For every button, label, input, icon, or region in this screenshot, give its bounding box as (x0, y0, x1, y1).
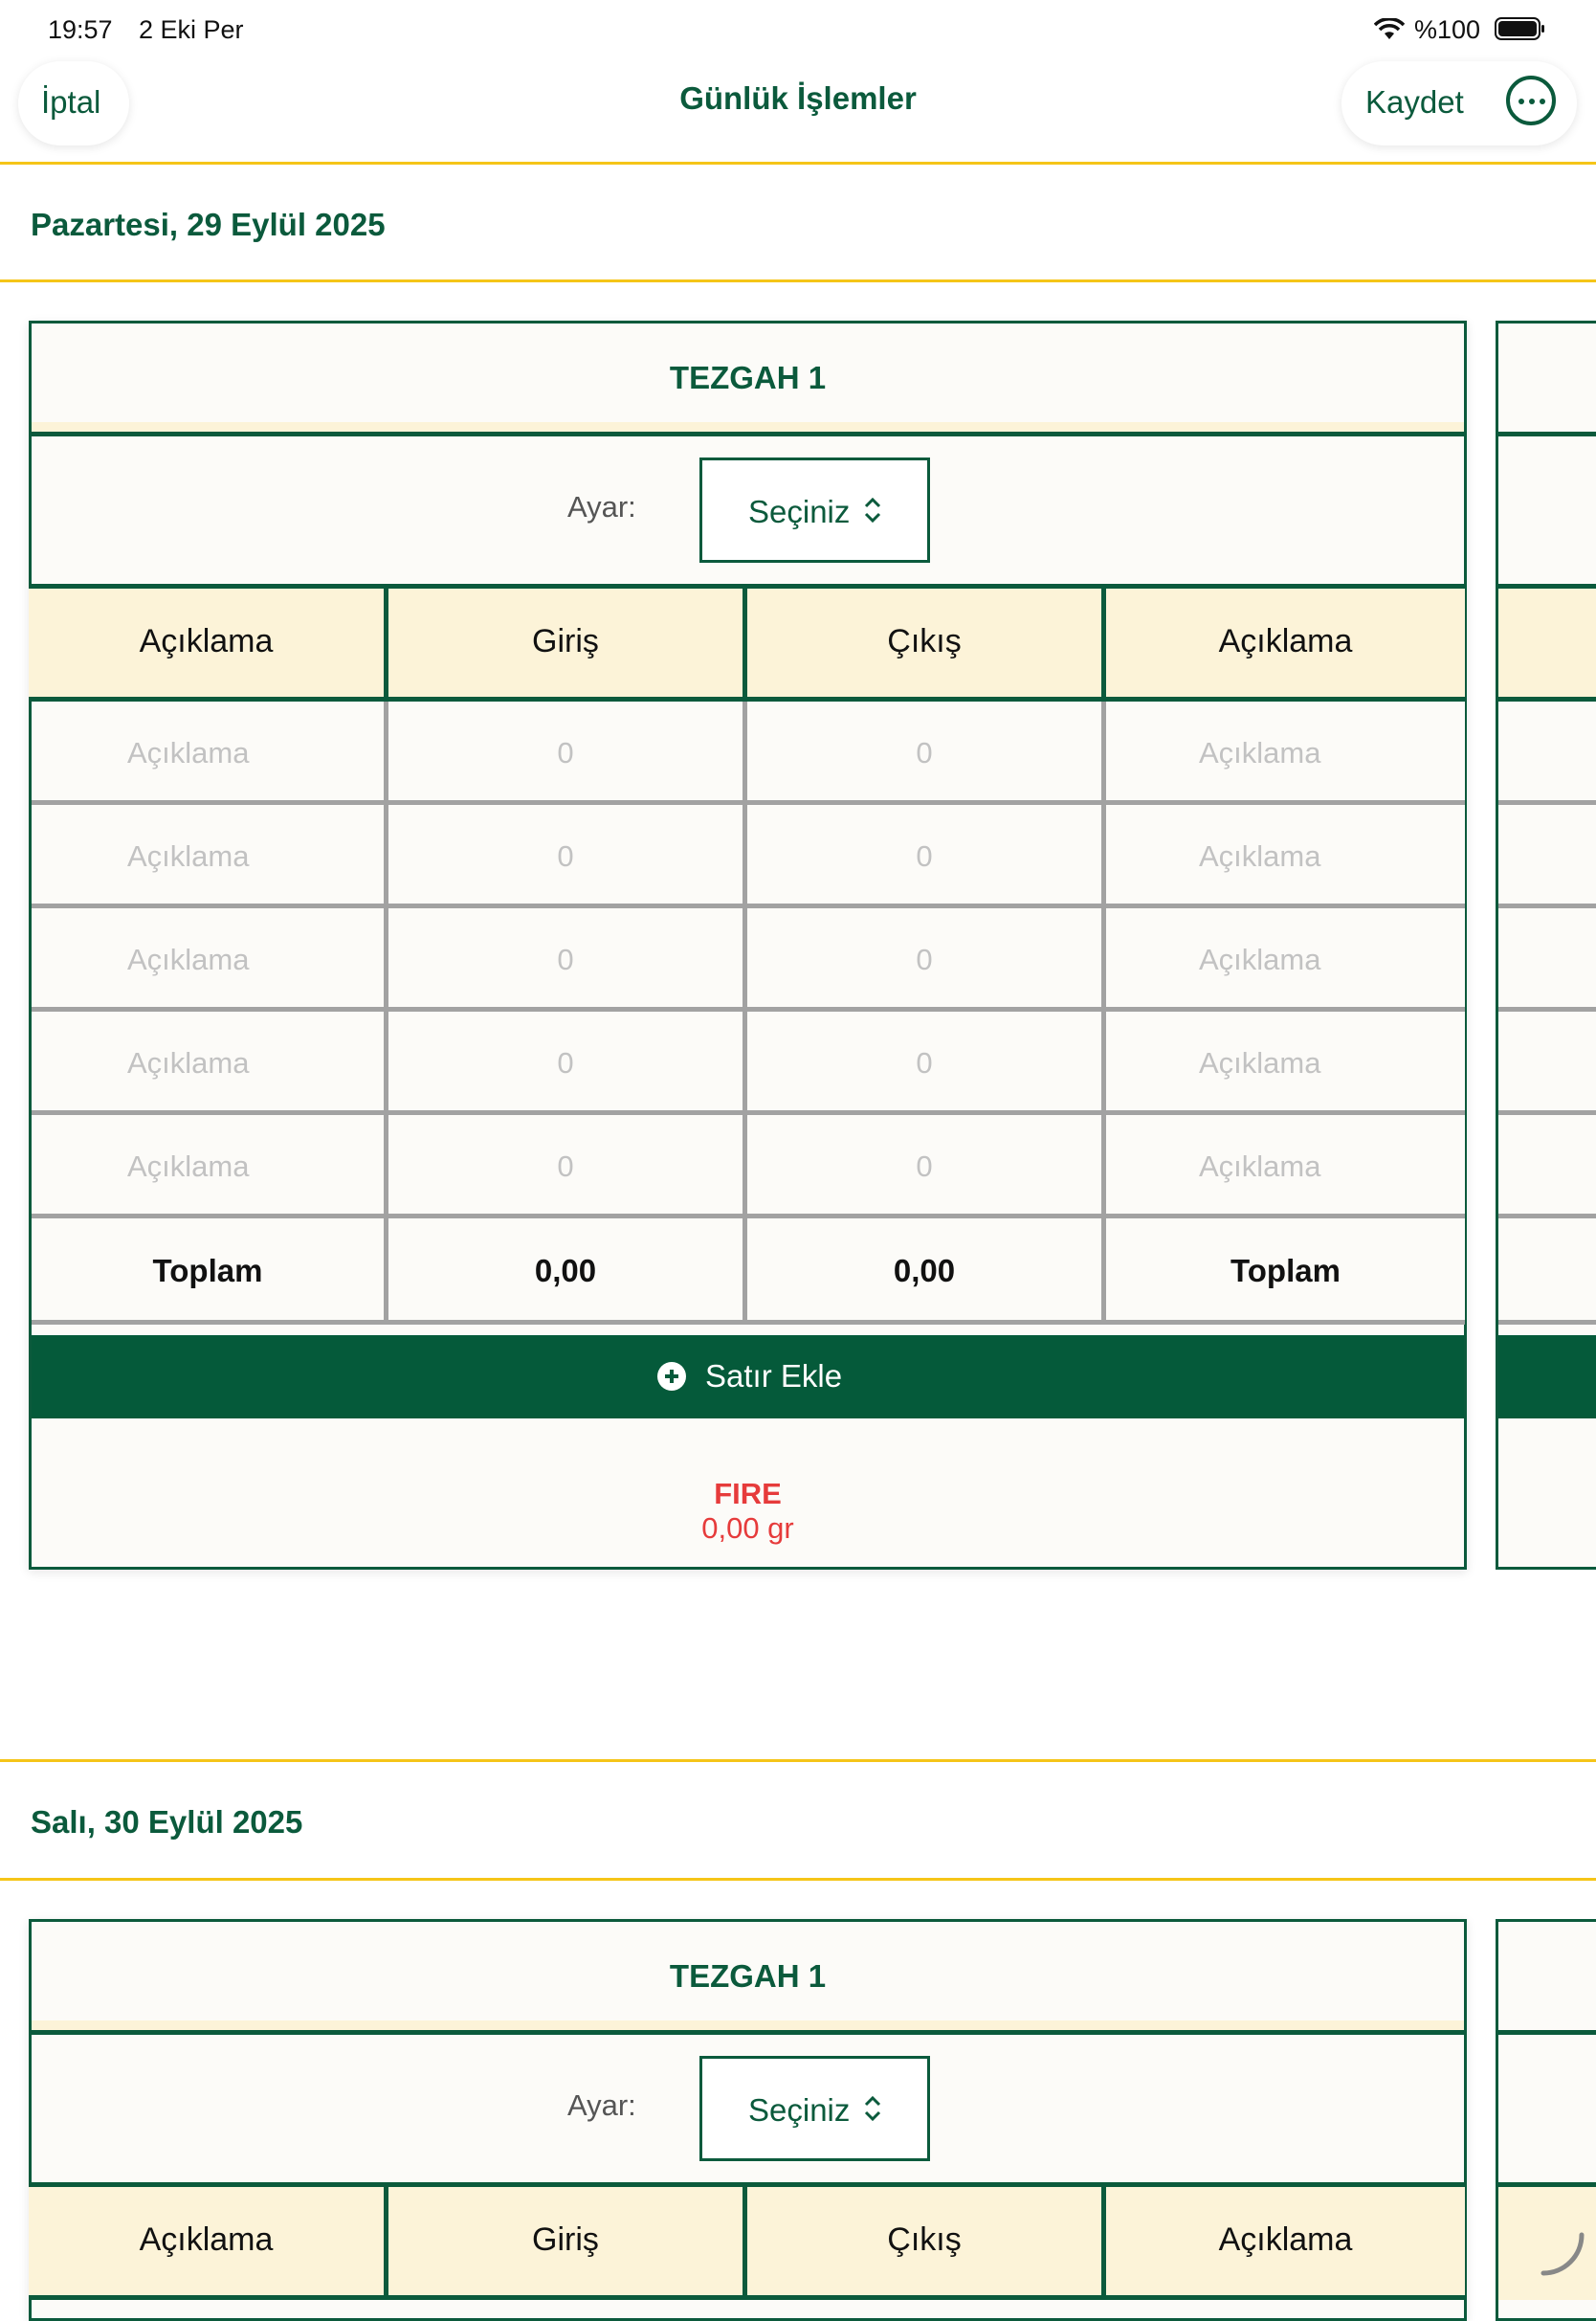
description-input[interactable]: Açıklama (1106, 1115, 1465, 1218)
entry-input[interactable]: 0 (388, 1012, 747, 1115)
fire-value: 0,00 gr (701, 1511, 794, 1545)
table-row (1498, 908, 1596, 1012)
description-input[interactable]: Açıklama (1106, 908, 1465, 1012)
battery-icon (1495, 17, 1544, 40)
plus-circle-icon (657, 1362, 686, 1391)
exit-input[interactable]: 0 (747, 805, 1106, 908)
status-bar: 19:57 2 Eki Per %100 (0, 0, 1596, 59)
ayar-select-value: Seçiniz (748, 494, 851, 529)
total-exit: 0,00 (747, 1218, 1106, 1325)
table-row (1498, 702, 1596, 805)
save-button[interactable]: Kaydet (1365, 84, 1464, 121)
ayar-row: Ayar: Seçiniz (32, 2035, 1464, 2174)
description-input[interactable]: Açıklama (1106, 702, 1465, 805)
table-row (1498, 1218, 1596, 1325)
total-label: Toplam (32, 1218, 388, 1325)
column-header: Açıklama (29, 2182, 388, 2300)
exit-input[interactable]: 0 (747, 1012, 1106, 1115)
description-input[interactable]: Açıklama (32, 702, 388, 805)
add-row-label: Satır Ekle (705, 1358, 843, 1394)
ayar-select[interactable]: Seçiniz (699, 2056, 930, 2161)
spinner-icon (1541, 2232, 1585, 2276)
table-row (1498, 1115, 1596, 1218)
chevron-updown-icon (864, 2095, 881, 2122)
column-header: Çıkış (747, 2182, 1106, 2300)
tezgah-card: TEZGAH 1 Ayar: Seçiniz Açıklama Giriş Çı… (29, 1919, 1467, 2321)
table-row (1498, 1012, 1596, 1115)
fire-summary: FIRE 0,00 gr (32, 1477, 1464, 1546)
add-row-button[interactable]: Satır Ekle (32, 1335, 1464, 1418)
card-header (1498, 1922, 1596, 2035)
card-header: TEZGAH 1 (32, 1922, 1464, 2035)
column-header: Açıklama (29, 584, 388, 702)
more-icon[interactable] (1506, 76, 1556, 125)
column-header (1498, 584, 1596, 702)
card-title: TEZGAH 1 (669, 360, 827, 395)
ayar-select[interactable]: Seçiniz (699, 458, 930, 563)
description-input[interactable]: Açıklama (1106, 805, 1465, 908)
wifi-icon (1374, 18, 1405, 39)
card-header (1498, 324, 1596, 436)
entry-input[interactable]: 0 (388, 805, 747, 908)
column-header: Giriş (388, 584, 747, 702)
save-group: Kaydet (1341, 61, 1577, 145)
description-input[interactable]: Açıklama (1106, 1012, 1465, 1115)
entry-input[interactable]: 0 (388, 1115, 747, 1218)
entry-input[interactable]: 0 (388, 908, 747, 1012)
tezgah-card-next[interactable] (1496, 321, 1596, 1570)
divider (0, 279, 1596, 282)
table-row (1498, 805, 1596, 908)
entries-table: Açıklama Giriş Çıkış Açıklama Açıklama 0… (29, 584, 1465, 1445)
column-header: Açıklama (1106, 2182, 1465, 2300)
exit-input[interactable]: 0 (747, 908, 1106, 1012)
card-title: TEZGAH 1 (669, 1958, 827, 1994)
day-date-label: Pazartesi, 29 Eylül 2025 (31, 207, 386, 242)
card-header: TEZGAH 1 (32, 324, 1464, 436)
ayar-label: Ayar: (567, 490, 636, 524)
total-entry: 0,00 (388, 1218, 747, 1325)
total-label: Toplam (1106, 1218, 1465, 1325)
divider (0, 162, 1596, 165)
entry-input[interactable]: 0 (388, 702, 747, 805)
status-date: 2 Eki Per (139, 15, 244, 44)
add-row-button[interactable] (1498, 1335, 1596, 1418)
column-header: Giriş (388, 2182, 747, 2300)
exit-input[interactable]: 0 (747, 702, 1106, 805)
ayar-label: Ayar: (567, 2088, 636, 2122)
description-input[interactable]: Açıklama (32, 1115, 388, 1218)
description-input[interactable]: Açıklama (32, 1012, 388, 1115)
divider (0, 1878, 1596, 1881)
ayar-row: Ayar: Seçiniz (32, 436, 1464, 575)
status-time: 19:57 (48, 15, 113, 44)
description-input[interactable]: Açıklama (32, 805, 388, 908)
exit-input[interactable]: 0 (747, 1115, 1106, 1218)
day-date-label: Salı, 30 Eylül 2025 (31, 1804, 303, 1840)
fire-label: FIRE (714, 1477, 782, 1510)
ayar-select-value: Seçiniz (748, 2092, 851, 2128)
divider (0, 1759, 1596, 1762)
column-header: Açıklama (1106, 584, 1465, 702)
entries-table: Açıklama Giriş Çıkış Açıklama (29, 2182, 1465, 2316)
battery-percent: %100 (1414, 15, 1481, 44)
tezgah-card: TEZGAH 1 Ayar: Seçiniz Açıklama Giriş Çı… (29, 321, 1467, 1570)
column-header: Çıkış (747, 584, 1106, 702)
description-input[interactable]: Açıklama (32, 908, 388, 1012)
chevron-updown-icon (864, 497, 881, 524)
